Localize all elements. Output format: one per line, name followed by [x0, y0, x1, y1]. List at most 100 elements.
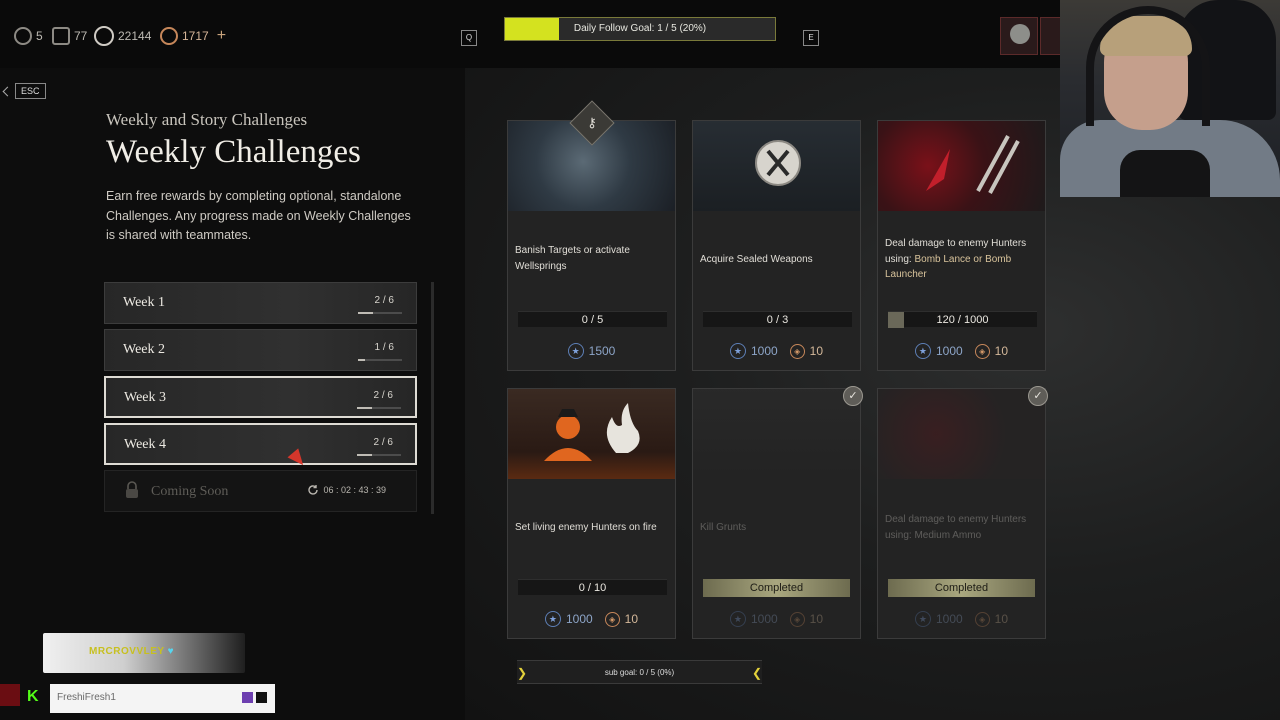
- week-progress-fill: [357, 454, 372, 456]
- week-progress-bar: [358, 312, 402, 314]
- headset-icon: [1086, 6, 1210, 126]
- week-item-selected[interactable]: Week 3 2 / 6: [104, 376, 417, 418]
- page-title: Weekly Challenges: [106, 134, 361, 170]
- week-item-locked: Coming Soon 06 : 02 : 43 : 39: [104, 470, 417, 512]
- checkmark-icon: ✓: [843, 386, 863, 406]
- medal-icon: [14, 27, 32, 45]
- prev-tab-key[interactable]: Q: [461, 30, 477, 46]
- challenge-card[interactable]: ⚷ Banish Targets or activate Wellsprings…: [507, 100, 676, 371]
- hunter-portrait[interactable]: [1000, 17, 1038, 55]
- hunter-portrait[interactable]: [1040, 17, 1062, 55]
- star-icon: ★: [544, 611, 561, 627]
- challenge-rewards: ★ 1000 ◈ 10: [508, 611, 675, 627]
- xp-value: 1000: [565, 612, 593, 626]
- challenge-description: Set living enemy Hunters on fire: [515, 522, 657, 533]
- alert-text: MRCROVVLEY ♥: [89, 646, 174, 657]
- badge-icon: [242, 692, 253, 703]
- sealed-weapon-icon: [755, 140, 801, 186]
- back-button[interactable]: ESC: [2, 83, 46, 99]
- token-value: 10: [809, 612, 824, 626]
- completed-badge: Completed: [888, 579, 1035, 597]
- challenge-card-completed[interactable]: ✓ Kill Grunts Completed ★ 1000 ◈ 10: [692, 386, 863, 639]
- chevron-left-icon: ❮: [751, 666, 762, 680]
- webcam-feed: [1060, 0, 1280, 197]
- challenge-rewards: ★ 1000 ◈ 10: [693, 611, 860, 627]
- chevron-left-icon: [2, 86, 13, 96]
- currency-value: 1717: [182, 29, 209, 43]
- coming-soon-label: Coming Soon: [151, 484, 229, 499]
- refresh-icon: [308, 485, 319, 495]
- follower-alert: MRCROVVLEY ♥: [43, 633, 245, 673]
- xp-reward: ★ 1000: [914, 343, 963, 359]
- token-value: 10: [994, 612, 1009, 626]
- token-reward: ◈ 10: [789, 343, 823, 359]
- challenge-rewards: ★ 1000 ◈ 10: [693, 343, 860, 359]
- next-tab-key[interactable]: E: [803, 30, 819, 46]
- xp-value: 1000: [935, 344, 963, 358]
- coin-icon: [94, 26, 114, 46]
- xp-reward: ★ 1000: [914, 611, 963, 627]
- daily-follow-goal: Daily Follow Goal: 1 / 5 (20%): [504, 17, 776, 41]
- token-icon: ◈: [789, 611, 805, 627]
- currency-tablets: 77: [52, 26, 87, 46]
- challenge-card-completed[interactable]: ✓ Deal damage to enemy Hunters using: Me…: [877, 386, 1048, 639]
- star-icon: ★: [914, 343, 931, 359]
- add-currency-button[interactable]: +: [217, 27, 226, 45]
- week-item[interactable]: Week 4 2 / 6: [104, 423, 417, 465]
- recording-indicator: [0, 684, 20, 706]
- week-label: Week 1: [123, 295, 166, 310]
- token-value: 10: [994, 344, 1009, 358]
- currency-value: 77: [74, 29, 88, 43]
- chat-message: FreshiFresh1: [50, 684, 275, 713]
- tablet-icon: [52, 27, 70, 45]
- challenge-description: Deal damage to enemy Hunters using: Bomb…: [885, 236, 1040, 283]
- challenge-image: [693, 389, 860, 479]
- challenge-progress: 0 / 5: [518, 311, 667, 327]
- challenge-rewards: ★ 1000 ◈ 10: [878, 343, 1045, 359]
- token-reward: ◈ 10: [974, 611, 1009, 627]
- currency-coins: 22144: [94, 26, 151, 46]
- challenge-rewards: ★ 1000 ◈ 10: [878, 611, 1045, 627]
- challenge-image: [878, 389, 1045, 479]
- esc-key-label: ESC: [15, 83, 46, 99]
- xp-value: 1000: [750, 612, 778, 626]
- challenge-card[interactable]: Set living enemy Hunters on fire 0 / 10 …: [507, 388, 676, 639]
- star-icon: ★: [567, 343, 584, 359]
- xp-reward: ★ 1000: [544, 611, 593, 627]
- week-count: 2 / 6: [373, 437, 393, 448]
- xp-value: 1000: [750, 344, 778, 358]
- chat-username: FreshiFresh1: [57, 692, 116, 703]
- badge-icon: [256, 692, 267, 703]
- currency-tokens: 1717 +: [160, 26, 226, 46]
- party-portraits: [998, 17, 1062, 55]
- page-subtitle: Weekly and Story Challenges: [106, 110, 308, 129]
- token-reward: ◈ 10: [604, 611, 639, 627]
- xp-value: 1500: [588, 344, 616, 358]
- chat-overlay: K FreshiFresh1: [0, 684, 280, 714]
- week-label: Week 4: [124, 437, 167, 452]
- week-progress-bar: [357, 454, 401, 456]
- challenge-image: [693, 121, 860, 211]
- challenge-rewards: ★ 1500: [508, 343, 675, 359]
- lock-icon: [126, 481, 138, 498]
- currency-medals: 5: [14, 26, 43, 46]
- week-progress-bar: [357, 407, 401, 409]
- week-count: 1 / 6: [374, 342, 394, 353]
- weeks-scrollbar[interactable]: [431, 282, 434, 514]
- token-icon: ◈: [974, 611, 990, 627]
- challenge-description: Banish Targets or activate Wellsprings: [515, 245, 630, 272]
- sub-goal-label: sub goal: 0 / 5 (0%): [604, 668, 675, 677]
- challenge-description: Deal damage to enemy Hunters using: Medi…: [885, 514, 1027, 541]
- weeks-list: Week 1 2 / 6 Week 2 1 / 6 Week 3 2 / 6 W…: [104, 282, 417, 517]
- token-value: 10: [624, 612, 639, 626]
- week-progress-fill: [358, 359, 366, 361]
- heart-icon: ♥: [167, 646, 175, 657]
- challenge-card[interactable]: Deal damage to enemy Hunters using: Bomb…: [877, 120, 1046, 371]
- microphone-icon: [1120, 150, 1210, 197]
- week-item[interactable]: Week 1 2 / 6: [104, 282, 417, 324]
- week-item[interactable]: Week 2 1 / 6: [104, 329, 417, 371]
- week-count: 2 / 6: [373, 390, 393, 401]
- challenge-card[interactable]: Acquire Sealed Weapons 0 / 3 ★ 1000 ◈ 10: [692, 120, 861, 371]
- xp-reward: ★ 1000: [729, 611, 778, 627]
- xp-reward: ★ 1500: [567, 343, 616, 359]
